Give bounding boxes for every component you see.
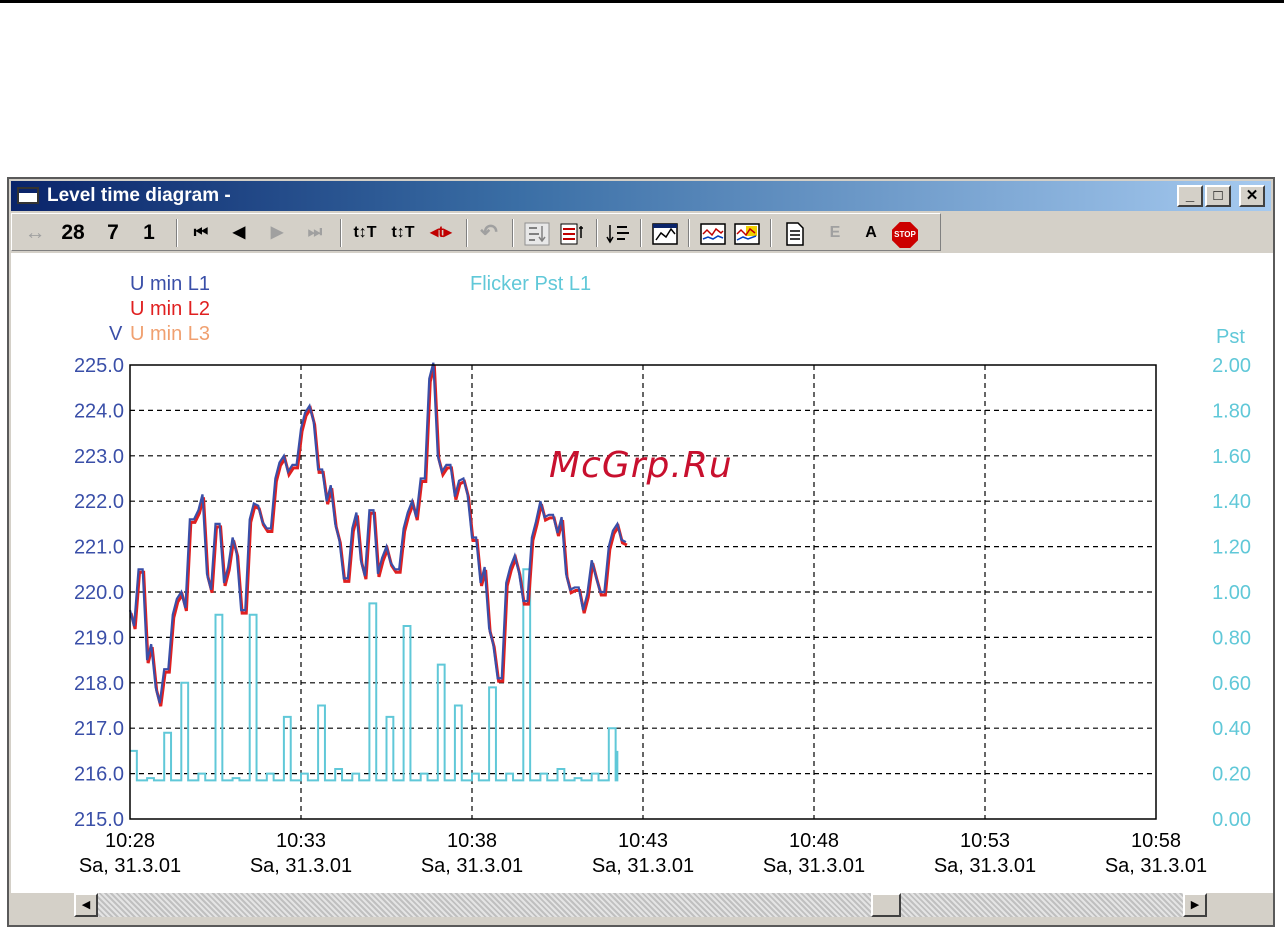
x-tick-time: 10:53 — [960, 830, 1010, 852]
stop-icon[interactable]: STOP — [892, 222, 918, 248]
x-tick-time: 10:28 — [105, 830, 155, 852]
legend-flicker-pst-l1: Flicker Pst L1 — [470, 273, 591, 295]
y-left-unit: V — [109, 323, 123, 345]
close-button[interactable]: ✕ — [1239, 185, 1265, 207]
x-tick-time: 10:38 — [447, 830, 497, 852]
x-ticks: 10:28 Sa, 31.3.01 10:33 Sa, 31.3.01 10:38 Sa,… — [79, 830, 1207, 877]
y-right-ticks: 2.00 1.80 1.60 1.40 1.20 1.00 0.80 0.60 0.40 0.20… — [1212, 355, 1251, 831]
y-right-unit: Pst — [1216, 326, 1245, 348]
toolbar-separator — [340, 219, 342, 247]
y-left-ticks: 225.0 224.0 223.0 222.0 221.0 220.0 219.0 218.0… — [74, 355, 124, 831]
cursor-left-icon[interactable]: t↕T — [348, 219, 382, 247]
y-left-tick-label: 224.0 — [74, 400, 124, 422]
prev-page-icon[interactable]: ◀ — [226, 219, 252, 247]
legend-u-min-l3: U min L3 — [130, 323, 210, 345]
scroll-thumb[interactable] — [871, 893, 901, 917]
x-tick-date: Sa, 31.3.01 — [592, 855, 694, 877]
list-sort-icon[interactable] — [524, 222, 550, 246]
series-flicker-pst-l1 — [130, 568, 619, 782]
toolbar-separator — [176, 219, 178, 247]
graph-icon[interactable] — [700, 222, 726, 246]
first-page-icon[interactable]: ⏮ — [188, 219, 214, 247]
y-left-tick-label: 225.0 — [74, 355, 124, 377]
legend-u-min-l1: U min L1 — [130, 273, 210, 295]
y-right-tick-label: 0.40 — [1212, 718, 1251, 740]
y-left-tick-label: 223.0 — [74, 446, 124, 468]
title-bar[interactable]: Level time diagram - _ □ ✕ — [11, 181, 1271, 211]
toolbar-separator — [512, 219, 514, 247]
scroll-left-button[interactable]: ◀ — [74, 893, 98, 917]
y-left-tick-label: 220.0 — [74, 582, 124, 604]
plot-area: 225.0 224.0 223.0 222.0 221.0 220.0 219.0 218.0… — [11, 253, 1273, 893]
legend-u-min-l2: U min L2 — [130, 298, 210, 320]
toolbar: ↔ 28 7 1 ⏮ ◀ ▶ ⏭ t↕T t↕T ◂t▸ ↶ E A STOP — [11, 213, 941, 251]
maximize-button[interactable]: □ — [1205, 185, 1231, 207]
y-left-tick-label: 222.0 — [74, 491, 124, 513]
y-right-tick-label: 1.40 — [1212, 491, 1251, 513]
x-tick-time: 10:48 — [789, 830, 839, 852]
zoom-28-button[interactable]: 28 — [56, 219, 90, 247]
y-right-tick-label: 0.20 — [1212, 764, 1251, 786]
series-lines — [128, 362, 628, 782]
last-page-icon[interactable]: ⏭ — [302, 219, 328, 247]
scroll-right-button[interactable]: ▶ — [1183, 893, 1207, 917]
y-right-tick-label: 1.60 — [1212, 446, 1251, 468]
zoom-1-button[interactable]: 1 — [136, 219, 162, 247]
next-page-icon[interactable]: ▶ — [264, 219, 290, 247]
table-icon[interactable] — [560, 222, 586, 246]
x-tick-date: Sa, 31.3.01 — [934, 855, 1036, 877]
y-right-tick-label: 1.20 — [1212, 537, 1251, 559]
x-tick-date: Sa, 31.3.01 — [79, 855, 181, 877]
undo-icon[interactable]: ↶ — [476, 219, 502, 247]
y-left-tick-label: 219.0 — [74, 627, 124, 649]
level-time-diagram-window: Level time diagram - _ □ ✕ ↔ 28 7 1 ⏮ ◀ … — [7, 177, 1275, 927]
document-icon[interactable] — [784, 222, 806, 246]
y-right-tick-label: 2.00 — [1212, 355, 1251, 377]
toolbar-separator — [770, 219, 772, 247]
y-left-tick-label: 215.0 — [74, 809, 124, 831]
level-time-chart: 225.0 224.0 223.0 222.0 221.0 220.0 219.0 218.0… — [74, 273, 1251, 877]
y-left-tick-label: 216.0 — [74, 764, 124, 786]
chart-icon[interactable] — [652, 222, 678, 246]
minimize-button[interactable]: _ — [1177, 185, 1203, 207]
x-tick-date: Sa, 31.3.01 — [1105, 855, 1207, 877]
y-left-tick-label: 217.0 — [74, 718, 124, 740]
y-right-tick-label: 0.80 — [1212, 627, 1251, 649]
color-graph-icon[interactable] — [734, 222, 760, 246]
horizontal-scrollbar[interactable]: ◀ ▶ — [74, 893, 1207, 917]
y-right-tick-label: 0.60 — [1212, 673, 1251, 695]
y-left-tick-label: 218.0 — [74, 673, 124, 695]
y-right-tick-label: 1.00 — [1212, 582, 1251, 604]
text-e-button[interactable]: E — [822, 219, 848, 247]
toolbar-separator — [466, 219, 468, 247]
x-tick-date: Sa, 31.3.01 — [250, 855, 352, 877]
sort-az-icon[interactable] — [606, 222, 632, 246]
series-u-min-l1 — [128, 362, 627, 704]
x-tick-time: 10:58 — [1131, 830, 1181, 852]
x-tick-time: 10:33 — [276, 830, 326, 852]
zoom-7-button[interactable]: 7 — [100, 219, 126, 247]
watermark: McGrp.Ru — [549, 445, 733, 486]
x-tick-time: 10:43 — [618, 830, 668, 852]
x-tick-date: Sa, 31.3.01 — [421, 855, 523, 877]
page-top-rule — [0, 0, 1284, 3]
toolbar-separator — [596, 219, 598, 247]
y-left-tick-label: 221.0 — [74, 537, 124, 559]
cursor-center-icon[interactable]: ◂t▸ — [424, 219, 458, 247]
y-right-tick-label: 1.80 — [1212, 400, 1251, 422]
window-title: Level time diagram - — [47, 185, 231, 206]
zoom-range-icon[interactable]: ↔ — [22, 219, 48, 247]
toolbar-separator — [640, 219, 642, 247]
toolbar-separator — [688, 219, 690, 247]
text-a-button[interactable]: A — [858, 219, 884, 247]
cursor-right-icon[interactable]: t↕T — [386, 219, 420, 247]
window-icon — [17, 187, 39, 204]
y-right-tick-label: 0.00 — [1212, 809, 1251, 831]
x-tick-date: Sa, 31.3.01 — [763, 855, 865, 877]
